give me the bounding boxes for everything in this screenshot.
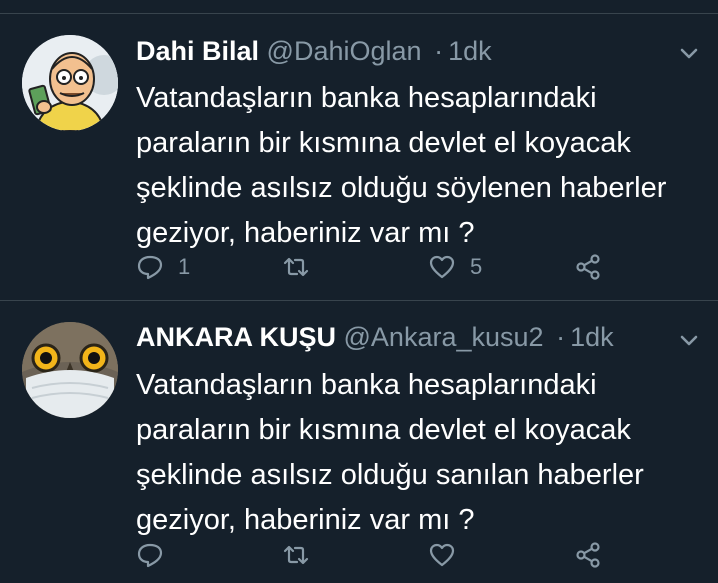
tweet-text-line: şeklinde asılsız olduğu sanılan haberler [136,459,644,491]
like-icon [429,255,455,279]
display-name[interactable]: ANKARA KUŞU [136,322,336,352]
tweet[interactable]: Dahi Bilal @DahiOglan · 1dk Vatandaşların… [0,14,718,300]
avatar[interactable] [22,322,118,418]
handle[interactable]: @Ankara_kusu2 [344,322,544,352]
tweet-actions [0,538,718,572]
retweet-button[interactable] [282,250,324,284]
like-button[interactable]: 5 [428,250,482,284]
reply-count: 1 [178,254,191,279]
tweet-header: ANKARA KUŞU @Ankara_kusu2 · 1dk [136,317,614,357]
tweet-header: Dahi Bilal @DahiOglan · 1dk [136,31,492,71]
tweet[interactable]: ANKARA KUŞU @Ankara_kusu2 · 1dk Vatandaşl… [0,301,718,583]
like-icon [429,543,455,567]
like-count: 5 [470,254,483,279]
like-button[interactable] [428,538,470,572]
reply-button[interactable]: 1 [136,250,190,284]
handle[interactable]: @DahiOglan [267,36,422,66]
retweet-button[interactable] [282,538,324,572]
reply-icon [137,543,163,568]
tweet-text-line: geziyor, haberiniz var mı ? [136,504,475,536]
display-name[interactable]: Dahi Bilal [136,36,259,66]
tweet-actions: 1 5 [0,250,718,284]
tweet-text-line: paraların bir kısmına devlet el koyacak [136,127,631,159]
tweet-text-line: şeklinde asılsız olduğu söylenen haberle… [136,172,667,204]
chevron-down-icon[interactable] [676,327,702,353]
separator: · [434,36,444,66]
cartoon-avatar-icon [22,35,118,131]
tweet-text-line: Vatandaşların banka hesaplarındaki [136,82,597,114]
tweet-text: Vatandaşların banka hesaplarındaki paral… [136,76,696,256]
retweet-icon [283,545,309,565]
tweet-text-line: Vatandaşların banka hesaplarındaki [136,369,597,401]
separator: · [556,322,566,352]
share-button[interactable] [574,538,602,572]
share-button[interactable] [574,250,602,284]
chevron-down-icon[interactable] [676,40,702,66]
timestamp[interactable]: 1dk [448,36,492,66]
timestamp[interactable]: 1dk [570,322,614,352]
reply-button[interactable] [136,538,178,572]
avatar[interactable] [22,35,118,131]
owl-avatar-icon [22,322,118,418]
share-icon [576,542,600,568]
tweet-text: Vatandaşların banka hesaplarındaki paral… [136,363,696,543]
reply-icon [137,255,163,280]
tweet-text-line: paraların bir kısmına devlet el koyacak [136,414,631,446]
retweet-icon [283,257,309,277]
share-icon [576,254,600,280]
